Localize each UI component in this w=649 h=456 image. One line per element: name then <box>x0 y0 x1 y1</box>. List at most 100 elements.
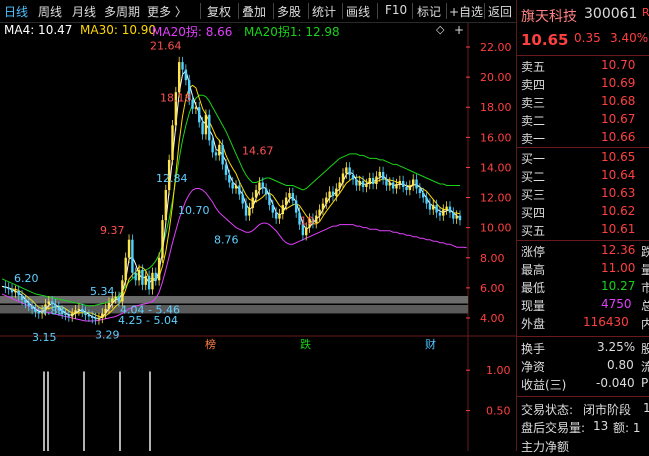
bid-price: 10.65 <box>601 150 636 164</box>
diamond-icon[interactable]: ◇ <box>436 23 444 36</box>
candle-body <box>181 62 184 70</box>
candle-body <box>204 114 208 135</box>
candle-body <box>248 208 251 216</box>
candle-body <box>281 205 285 215</box>
price-label: 21.64 <box>150 39 182 52</box>
price-axis: 22.00 20.00 18.00 16.00 14.00 12.00 10.00 8.00 6… <box>466 41 512 325</box>
candle-body <box>107 302 111 309</box>
price-label: 10. <box>300 215 318 228</box>
candle-body <box>34 308 37 312</box>
stat-label: 最高 <box>521 263 546 277</box>
candle-body <box>27 302 30 306</box>
stat2-tail: 股 <box>641 342 649 356</box>
candle-body <box>20 295 24 300</box>
overlay-button[interactable]: 叠加 <box>242 3 266 20</box>
last-price: 10.65 <box>521 31 569 49</box>
candle-body <box>228 174 231 183</box>
statistics-button[interactable]: 统计 <box>312 3 336 20</box>
tab-weekly[interactable]: 周线 <box>38 3 62 20</box>
candle-body <box>375 176 378 184</box>
price-label: 3.29 <box>95 329 120 342</box>
candle-body <box>147 275 151 290</box>
stat-label: 外盘 <box>521 317 546 331</box>
ask-label: 卖三 <box>521 96 546 110</box>
draw-line-button[interactable]: 画线 <box>346 3 370 20</box>
mark-button[interactable]: 标记 <box>417 3 441 20</box>
candle-body <box>365 184 368 188</box>
candle-body <box>442 209 445 216</box>
candle-body <box>268 194 271 206</box>
candle-body <box>261 182 264 189</box>
candle-body <box>198 107 201 123</box>
tab-monthly[interactable]: 月线 <box>72 3 96 20</box>
back-button[interactable]: 返回 <box>488 3 512 20</box>
tab-multi-period[interactable]: 多周期 <box>104 3 140 20</box>
multi-stock-button[interactable]: 多股 <box>277 3 301 20</box>
stat2-value: 0.80 <box>607 358 634 372</box>
y-tick-label: 16.00 <box>480 131 512 144</box>
candle-body <box>30 305 34 309</box>
support-bands <box>0 295 468 314</box>
candle-body <box>284 197 288 206</box>
stat-label: 最低 <box>521 281 546 295</box>
price-label: 6.20 <box>14 272 39 285</box>
candle-body <box>131 239 134 273</box>
add-watchlist-button[interactable]: +自选 <box>449 3 483 20</box>
candle-body <box>445 206 448 210</box>
plus-icon[interactable]: + <box>454 23 464 37</box>
candle-body <box>385 179 388 186</box>
candle-body <box>294 200 298 213</box>
tab-more[interactable]: 更多 〉 <box>147 3 187 20</box>
candle-body <box>157 257 161 281</box>
candle-body <box>274 212 278 219</box>
candle-body <box>111 298 114 303</box>
candle-body <box>341 173 345 183</box>
stat-label: 涨停 <box>521 245 546 259</box>
candle-body <box>224 164 228 175</box>
vol-tick-label: 1.00 <box>486 364 511 377</box>
bid-label: 买五 <box>521 224 546 238</box>
candle-body <box>134 272 137 281</box>
y-tick-label: 18.00 <box>480 101 512 114</box>
candle-body <box>4 286 7 288</box>
vol-tick-label: 0.50 <box>486 405 511 418</box>
candle-body <box>67 314 71 317</box>
candle-body <box>94 317 97 320</box>
candle-body <box>104 308 107 314</box>
kline-chart[interactable]: 21.64 18.18 14.67 12.84 10.70 8.76 9.37 6.20 4.8… <box>0 0 516 451</box>
price-label: 3.15 <box>32 331 57 344</box>
candle-body <box>234 185 238 189</box>
ask-price: 10.69 <box>601 76 636 90</box>
stock-code-suffix: R <box>642 6 649 19</box>
candle-body <box>127 239 131 258</box>
event-marker: 跌 <box>300 337 311 351</box>
price-label: 14.67 <box>242 144 274 157</box>
candle-body <box>81 308 84 312</box>
trade-status-tail: 1 <box>643 401 649 415</box>
price-label: 9.37 <box>100 224 125 237</box>
candle-body <box>318 209 321 216</box>
candle-body <box>438 212 442 216</box>
y-tick-label: 6.00 <box>480 282 505 295</box>
y-tick-label: 8.00 <box>480 252 505 265</box>
price-change: 0.35 <box>574 31 601 45</box>
candle-body <box>91 316 94 318</box>
legend-ma4: MA4: 10.47 <box>4 23 73 37</box>
restore-rights-button[interactable]: 复权 <box>207 3 231 20</box>
candle-body <box>137 269 141 281</box>
tab-daily[interactable]: 日线 <box>4 3 28 20</box>
candle-body <box>87 314 91 317</box>
stat-tail: 市 <box>641 281 649 295</box>
candle-body <box>101 313 104 318</box>
ma-lines <box>1 69 467 322</box>
candle-body <box>331 191 335 197</box>
candle-body <box>218 144 221 156</box>
candle-body <box>231 182 234 189</box>
stat2-tail: P <box>641 376 649 390</box>
candle-body <box>348 167 351 175</box>
event-marker: 财 <box>425 337 436 351</box>
ask-price: 10.67 <box>601 112 636 126</box>
candle-body <box>124 257 127 281</box>
f10-button[interactable]: F10 <box>385 3 407 17</box>
candle-body <box>258 182 261 191</box>
